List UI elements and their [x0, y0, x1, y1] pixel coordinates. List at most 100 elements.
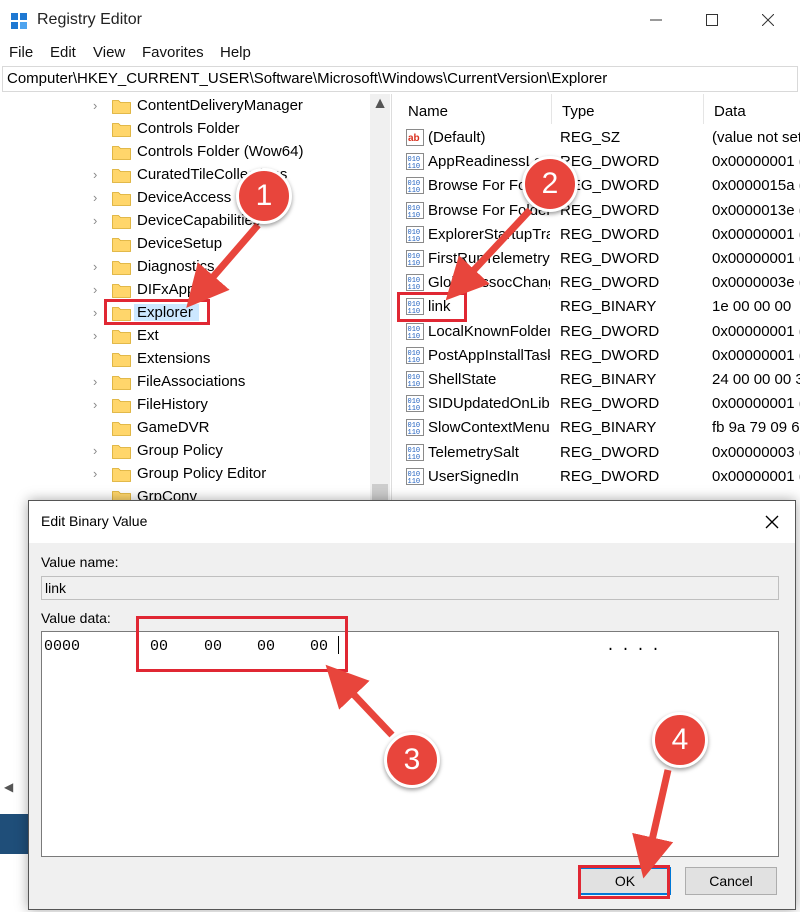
- menu-edit[interactable]: Edit: [50, 44, 76, 61]
- value-name: PostAppInstallTasksCompleted: [428, 346, 550, 364]
- tree-item[interactable]: Controls Folder (Wow64): [0, 141, 370, 164]
- value-row[interactable]: 010110ExplorerStartupTraceRecorded REG_DW…: [398, 223, 800, 247]
- chevron-right-icon[interactable]: ›: [93, 213, 107, 229]
- hex-offset: 0000: [44, 638, 81, 655]
- chevron-right-icon[interactable]: ›: [93, 98, 107, 114]
- dialog-close-button[interactable]: [757, 507, 787, 537]
- tree-item[interactable]: › CuratedTileCollections: [0, 164, 370, 187]
- chevron-right-icon[interactable]: ›: [93, 397, 107, 413]
- value-type: REG_BINARY: [560, 298, 657, 316]
- folder-icon: [112, 399, 131, 413]
- value-row[interactable]: 010110PostAppInstallTasksCompleted REG_DW…: [398, 344, 800, 368]
- value-row[interactable]: 010110Browse For Folder WidthREG_DWORD0x…: [398, 199, 800, 223]
- chevron-right-icon[interactable]: ›: [93, 190, 107, 206]
- maximize-icon: [706, 14, 718, 26]
- column-header-name[interactable]: Name: [398, 94, 552, 124]
- folder-icon: [112, 100, 131, 114]
- chevron-right-icon[interactable]: ›: [93, 443, 107, 459]
- binary-value-icon: 010110: [406, 443, 424, 461]
- tree-item[interactable]: › Group Policy Editor: [0, 463, 370, 486]
- menu-favorites[interactable]: Favorites: [142, 44, 204, 61]
- value-type: REG_DWORD: [560, 250, 660, 267]
- value-row[interactable]: 010110SIDUpdatedOnLibraries REG_DWORD 0x00…: [398, 392, 800, 416]
- tree-item-label: Ext: [137, 327, 159, 344]
- value-name: FirstRunTelemetryComplete: [428, 250, 550, 267]
- step-badge-1: 1: [236, 168, 292, 224]
- tree-item[interactable]: DeviceSetup: [0, 233, 370, 256]
- value-data: 0x00000001 (1): [712, 467, 800, 485]
- value-row[interactable]: 010110SlowContextMenuEntries REG_BINARY fb…: [398, 416, 800, 440]
- value-row[interactable]: ab (Default) REG_SZ (value not set): [398, 126, 800, 150]
- chevron-right-icon[interactable]: ›: [93, 328, 107, 344]
- menu-help[interactable]: Help: [220, 44, 251, 61]
- tree-item[interactable]: › DeviceCapabilities: [0, 210, 370, 233]
- chevron-right-icon[interactable]: ›: [93, 167, 107, 183]
- svg-text:110: 110: [408, 236, 421, 243]
- tree-item[interactable]: › FileHistory: [0, 394, 370, 417]
- tree-item[interactable]: › DeviceAccess: [0, 187, 370, 210]
- binary-value-icon: 010110: [406, 201, 424, 219]
- registry-editor-icon: [11, 13, 27, 29]
- value-type: REG_SZ: [560, 129, 621, 146]
- value-row[interactable]: 010110Browse For Folder HeightREG_DWORD0…: [398, 174, 800, 198]
- binary-value-icon: 010110: [406, 250, 424, 267]
- scroll-left-icon[interactable]: ◀: [4, 780, 18, 794]
- value-row[interactable]: 010110AppReadinessLogonCompleteREG_DWORD…: [398, 150, 800, 174]
- menu-bar: File Edit View Favorites Help: [0, 42, 800, 64]
- value-type: REG_DWORD: [560, 274, 660, 292]
- value-data: 0x0000003e (62): [712, 274, 800, 292]
- dialog-title: Edit Binary Value: [41, 513, 148, 529]
- tree-item[interactable]: › FileAssociations: [0, 371, 370, 394]
- maximize-button[interactable]: [684, 0, 740, 40]
- svg-text:110: 110: [408, 405, 421, 412]
- column-header-data[interactable]: Data: [704, 94, 800, 124]
- address-bar[interactable]: Computer\HKEY_CURRENT_USER\Software\Micr…: [2, 66, 798, 92]
- value-name: GlobalAssocChangedCounter: [428, 274, 550, 292]
- value-type: REG_BINARY: [560, 419, 657, 437]
- tree-item[interactable]: › Diagnostics: [0, 256, 370, 279]
- value-type: REG_DWORD: [560, 153, 660, 171]
- minimize-button[interactable]: [628, 0, 684, 40]
- value-data: fb 9a 79 09 6: [712, 419, 800, 437]
- folder-icon: [112, 376, 131, 390]
- tree-item[interactable]: › ContentDeliveryManager: [0, 95, 370, 118]
- tree-item-label: GameDVR: [137, 419, 210, 436]
- tree-item[interactable]: GameDVR: [0, 417, 370, 440]
- tree-item-label: Group Policy Editor: [137, 465, 267, 482]
- chevron-right-icon[interactable]: ›: [93, 466, 107, 482]
- scroll-up-icon[interactable]: ▲: [370, 94, 390, 114]
- tree-item[interactable]: › Ext: [0, 325, 370, 348]
- tree-item-label: ContentDeliveryManager: [137, 97, 303, 114]
- value-row[interactable]: 010110TelemetrySalt REG_DWORD 0x00000003 (…: [398, 441, 800, 465]
- value-row[interactable]: 010110FirstRunTelemetryComplete REG_DWORD…: [398, 247, 800, 271]
- svg-text:110: 110: [408, 212, 421, 219]
- value-data: (value not set): [712, 129, 800, 146]
- binary-value-icon: 010110: [406, 467, 424, 485]
- highlight-value-data: [136, 616, 348, 672]
- value-row[interactable]: 010110LocalKnownFoldersMigrated REG_DWORD…: [398, 320, 800, 344]
- svg-text:110: 110: [408, 260, 421, 267]
- step-badge-3: 3: [384, 732, 440, 788]
- menu-file[interactable]: File: [9, 44, 33, 61]
- svg-text:110: 110: [408, 478, 421, 485]
- close-button[interactable]: [740, 0, 796, 40]
- folder-icon: [112, 330, 131, 344]
- chevron-right-icon[interactable]: ›: [93, 374, 107, 390]
- value-data: 0x0000015a (346): [712, 177, 800, 195]
- tree-item[interactable]: › Group Policy: [0, 440, 370, 463]
- tree-item[interactable]: Controls Folder: [0, 118, 370, 141]
- menu-view[interactable]: View: [93, 44, 125, 61]
- chevron-right-icon[interactable]: ›: [93, 282, 107, 298]
- value-data: 0x0000013e (318): [712, 201, 800, 219]
- value-row[interactable]: 010110UserSignedIn REG_DWORD 0x00000001 (1…: [398, 465, 800, 489]
- tree-item[interactable]: Extensions: [0, 348, 370, 371]
- cancel-button[interactable]: Cancel: [685, 867, 777, 895]
- value-name: TelemetrySalt: [428, 443, 519, 461]
- value-data: 0x00000001 (1): [712, 250, 800, 267]
- value-row[interactable]: 010 110 ShellState REG_BINARY 24 00 00 00 3: [398, 368, 800, 392]
- folder-icon: [112, 445, 131, 459]
- value-name-field: link: [41, 576, 779, 600]
- value-type: REG_DWORD: [560, 201, 660, 219]
- chevron-right-icon[interactable]: ›: [93, 259, 107, 275]
- column-header-type[interactable]: Type: [552, 94, 704, 124]
